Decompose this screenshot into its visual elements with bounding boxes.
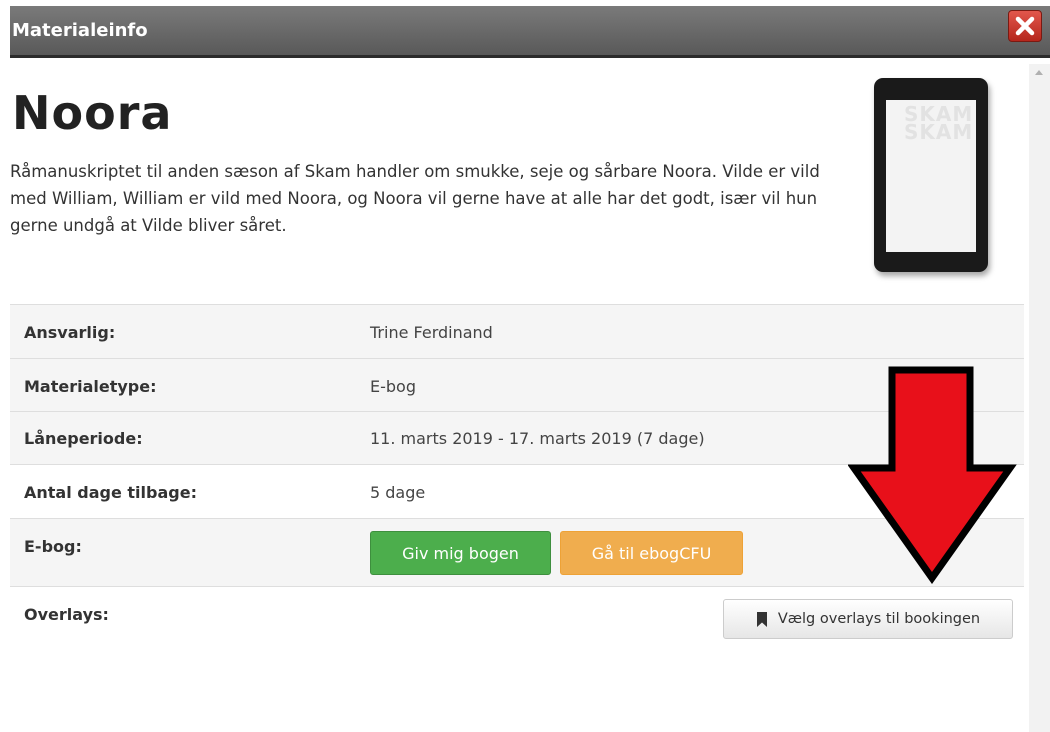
- goto-ebogcfu-button[interactable]: Gå til ebogCFU: [560, 531, 743, 575]
- choose-overlays-button[interactable]: Vælg overlays til bookingen: [723, 599, 1013, 639]
- row-label-overlays: Overlays:: [24, 605, 109, 624]
- row-value-materialetype: E-bog: [370, 377, 416, 396]
- cover-title-text-2: SKAM: [904, 120, 974, 144]
- book-description: Råmanuskriptet til anden sæson af Skam h…: [10, 162, 820, 235]
- book-title: Noora: [12, 86, 173, 140]
- table-row: Ansvarlig: Trine Ferdinand: [10, 304, 1024, 358]
- vertical-scrollbar[interactable]: [1029, 64, 1050, 732]
- row-label-antal-dage: Antal dage tilbage:: [24, 483, 197, 502]
- row-label-materialetype: Materialetype:: [24, 377, 157, 396]
- ebook-cover-image: SKAM SKAM: [874, 78, 988, 272]
- ebook-cover-screen: SKAM SKAM: [886, 100, 976, 252]
- bookmark-icon: [756, 611, 767, 627]
- row-value-antal-dage: 5 dage: [370, 483, 426, 502]
- row-value-laaneperiode: 11. marts 2019 - 17. marts 2019 (7 dage): [370, 429, 705, 448]
- scroll-up-arrow-icon[interactable]: [1035, 70, 1043, 75]
- red-down-arrow-icon: [848, 366, 1017, 584]
- dialog-title: Materialeinfo: [12, 20, 148, 41]
- table-row-overlays: Overlays: Vælg overlays til bookingen: [10, 586, 1024, 656]
- row-label-laaneperiode: Låneperiode:: [24, 429, 143, 448]
- close-button[interactable]: [1008, 10, 1042, 42]
- close-icon: [1015, 16, 1035, 36]
- dialog-titlebar: Materialeinfo: [10, 6, 1050, 58]
- row-label-ansvarlig: Ansvarlig:: [24, 323, 116, 342]
- choose-overlays-label: Vælg overlays til bookingen: [777, 611, 981, 627]
- give-me-book-button[interactable]: Giv mig bogen: [370, 531, 551, 575]
- row-label-ebog: E-bog:: [24, 537, 82, 556]
- row-value-ansvarlig: Trine Ferdinand: [370, 323, 493, 342]
